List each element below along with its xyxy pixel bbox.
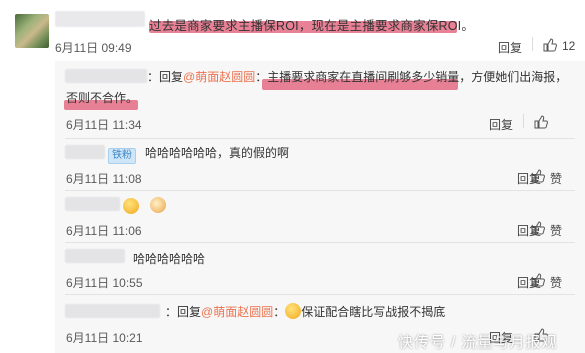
comment-time: 6月11日 09:49 xyxy=(55,41,132,55)
like-count: 12 xyxy=(562,39,576,53)
reply-button[interactable]: 回复 xyxy=(489,116,513,133)
emoji-icon xyxy=(123,198,139,214)
mention-link[interactable]: @萌面赵圆圆 xyxy=(183,70,255,84)
divider xyxy=(65,294,575,295)
reply-text-line2: 否则不合作。 xyxy=(66,91,139,105)
reply-time: 6月11日 10:21 xyxy=(66,331,143,345)
divider xyxy=(523,114,524,128)
divider xyxy=(532,37,533,51)
mention-link[interactable]: @萌面赵圆圆 xyxy=(201,305,273,319)
like-button[interactable]: 赞 xyxy=(550,274,562,291)
reply-text: ：回复@萌面赵圆圆： 保证配合瞎比写战报不揭底 xyxy=(165,303,446,319)
comment-text: 过去是商家要求主播保ROI，现在是主播要求商家保ROI。 xyxy=(149,19,475,33)
divider xyxy=(65,190,575,191)
username-blurred[interactable] xyxy=(65,197,120,211)
reply-time: 6月11日 11:08 xyxy=(66,172,142,186)
like-button[interactable]: 赞 xyxy=(550,170,562,187)
thumbs-up-icon[interactable] xyxy=(531,221,545,235)
reply-time: 6月11日 10:55 xyxy=(66,276,143,290)
like-button[interactable]: 赞 xyxy=(550,222,562,239)
reply-time: 6月11日 11:34 xyxy=(66,118,142,132)
thumbs-up-icon[interactable] xyxy=(534,115,548,129)
grin-emoji-icon xyxy=(285,303,302,319)
thumbs-up-icon[interactable] xyxy=(531,169,545,183)
dog-emoji-icon xyxy=(150,197,166,213)
divider xyxy=(65,242,575,243)
reply-button[interactable]: 回复 xyxy=(498,39,522,56)
reply-time: 6月11日 11:06 xyxy=(66,224,142,238)
username-blurred[interactable] xyxy=(65,145,105,159)
reply-text: 哈哈哈哈哈哈，真的假的啊 xyxy=(145,146,290,160)
divider xyxy=(65,138,575,139)
username-blurred[interactable] xyxy=(65,249,125,263)
watermark: 快传号 / 流量与月报观 xyxy=(398,334,558,351)
reply-text: 哈哈哈哈哈哈 xyxy=(133,252,206,266)
username-blurred[interactable] xyxy=(65,69,147,83)
thumbs-up-icon[interactable] xyxy=(543,38,557,52)
thumbs-up-icon[interactable] xyxy=(531,273,545,287)
username-blurred[interactable] xyxy=(65,304,160,318)
reply-text: ：回复@萌面赵圆圆：主播要求商家在直播间刷够多少销量，方便她们出海报， xyxy=(147,70,568,84)
fan-badge-wrap: 铁粉 xyxy=(108,145,136,164)
avatar[interactable] xyxy=(15,14,49,48)
username-blurred[interactable] xyxy=(55,11,145,27)
fan-badge: 铁粉 xyxy=(108,148,136,164)
